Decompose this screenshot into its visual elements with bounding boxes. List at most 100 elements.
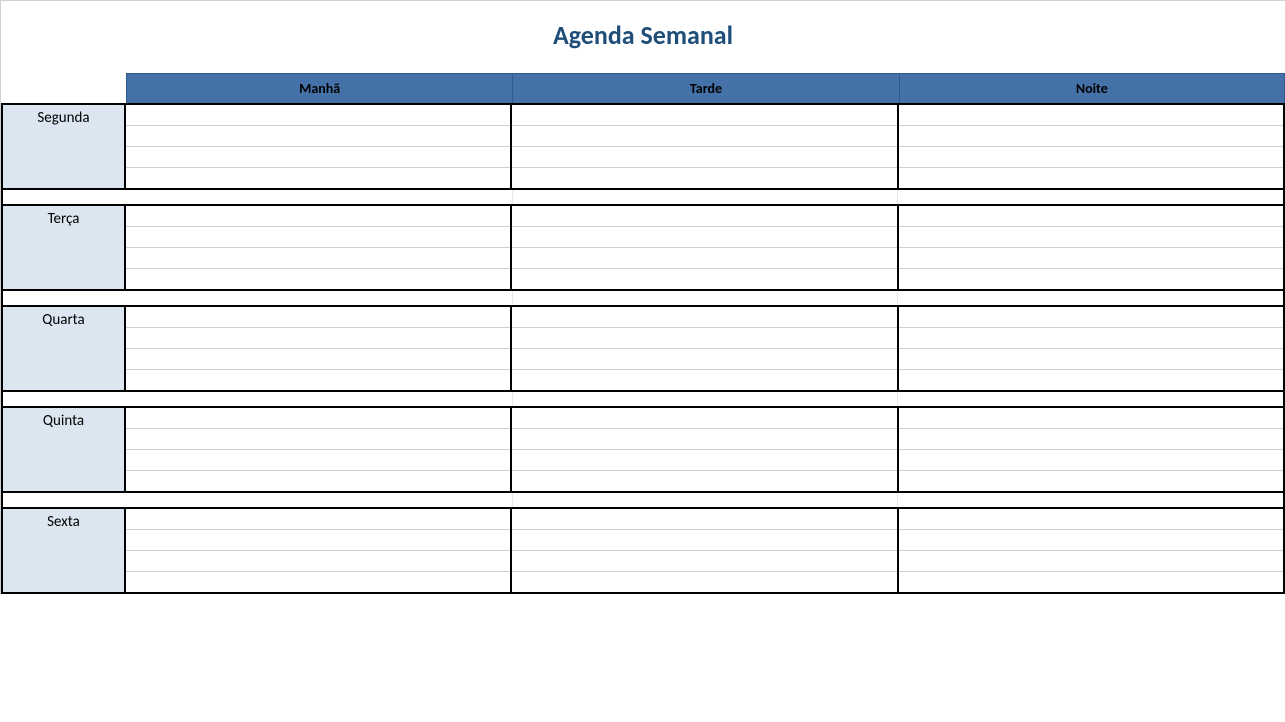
header-corner [1, 73, 126, 103]
slot-line[interactable] [899, 408, 1283, 429]
slot-line[interactable] [512, 450, 896, 471]
slot-line[interactable] [512, 307, 896, 328]
slot-col-night[interactable] [899, 206, 1285, 289]
slot-line[interactable] [899, 509, 1283, 530]
slot-line[interactable] [126, 126, 510, 147]
slot-line[interactable] [899, 349, 1283, 370]
slot-line[interactable] [512, 370, 896, 390]
slot-line[interactable] [126, 206, 510, 227]
day-label-cell: Quarta [1, 307, 126, 390]
slot-line[interactable] [899, 105, 1283, 126]
period-header-night: Noite [899, 73, 1285, 103]
slot-col-afternoon[interactable] [512, 105, 898, 188]
slot-line[interactable] [899, 269, 1283, 289]
slot-lines [126, 105, 510, 188]
slot-col-morning[interactable] [126, 105, 512, 188]
slot-line[interactable] [512, 551, 896, 572]
slot-line[interactable] [126, 370, 510, 390]
slot-line[interactable] [126, 269, 510, 289]
slot-col-morning[interactable] [126, 307, 512, 390]
slot-line[interactable] [512, 509, 896, 530]
slot-line[interactable] [899, 248, 1283, 269]
day-block-quarta: Quarta [1, 305, 1285, 406]
day-spacer [1, 493, 1285, 507]
slot-line[interactable] [126, 105, 510, 126]
slot-line[interactable] [899, 147, 1283, 168]
slot-line[interactable] [899, 530, 1283, 551]
slot-line[interactable] [126, 530, 510, 551]
slot-lines [126, 206, 510, 289]
slot-line[interactable] [899, 126, 1283, 147]
slot-col-night[interactable] [899, 408, 1285, 491]
slot-col-night[interactable] [899, 105, 1285, 188]
slot-line[interactable] [899, 227, 1283, 248]
slot-line[interactable] [512, 105, 896, 126]
slot-lines [512, 206, 896, 289]
day-label-cell: Segunda [1, 105, 126, 188]
slot-line[interactable] [899, 572, 1283, 592]
slot-line[interactable] [126, 168, 510, 188]
slot-line[interactable] [512, 248, 896, 269]
slot-line[interactable] [126, 147, 510, 168]
weekly-agenda-sheet: Agenda Semanal Manhã Tarde Noite Segunda [0, 0, 1285, 594]
slot-line[interactable] [126, 408, 510, 429]
slot-line[interactable] [126, 509, 510, 530]
slot-col-afternoon[interactable] [512, 408, 898, 491]
slot-line[interactable] [512, 530, 896, 551]
slot-col-morning[interactable] [126, 206, 512, 289]
slot-line[interactable] [512, 429, 896, 450]
slot-line[interactable] [512, 147, 896, 168]
slot-col-night[interactable] [899, 307, 1285, 390]
day-grid: Terça [1, 204, 1285, 291]
slot-col-afternoon[interactable] [512, 509, 898, 592]
slot-line[interactable] [126, 349, 510, 370]
slot-line[interactable] [126, 551, 510, 572]
slot-col-afternoon[interactable] [512, 307, 898, 390]
day-label: Quinta [43, 412, 84, 430]
slot-line[interactable] [512, 206, 896, 227]
slot-col-morning[interactable] [126, 408, 512, 491]
day-label: Quarta [42, 311, 84, 329]
slot-line[interactable] [899, 429, 1283, 450]
day-spacer [1, 190, 1285, 204]
day-block-segunda: Segunda [1, 103, 1285, 204]
slot-line[interactable] [126, 307, 510, 328]
slot-line[interactable] [899, 168, 1283, 188]
slot-line[interactable] [126, 328, 510, 349]
slot-line[interactable] [512, 269, 896, 289]
slot-line[interactable] [899, 450, 1283, 471]
slot-line[interactable] [512, 227, 896, 248]
day-label-cell: Terça [1, 206, 126, 289]
slot-line[interactable] [899, 551, 1283, 572]
period-label: Tarde [690, 80, 722, 97]
slot-line[interactable] [512, 572, 896, 592]
slot-line[interactable] [126, 471, 510, 491]
slot-lines [512, 105, 896, 188]
slot-line[interactable] [899, 206, 1283, 227]
slot-line[interactable] [899, 328, 1283, 349]
slot-line[interactable] [512, 126, 896, 147]
slot-line[interactable] [126, 429, 510, 450]
period-label: Manhã [299, 80, 340, 97]
day-grid: Quinta [1, 406, 1285, 493]
slot-lines [512, 307, 896, 390]
slot-line[interactable] [899, 370, 1283, 390]
page-title: Agenda Semanal [553, 19, 733, 51]
day-block-sexta: Sexta [1, 507, 1285, 594]
slot-lines [899, 105, 1283, 188]
slot-line[interactable] [126, 450, 510, 471]
slot-line[interactable] [512, 168, 896, 188]
slot-line[interactable] [126, 248, 510, 269]
slot-line[interactable] [126, 227, 510, 248]
slot-line[interactable] [512, 408, 896, 429]
slot-col-afternoon[interactable] [512, 206, 898, 289]
slot-col-morning[interactable] [126, 509, 512, 592]
slot-line[interactable] [899, 307, 1283, 328]
slot-line[interactable] [512, 471, 896, 491]
slot-line[interactable] [126, 572, 510, 592]
slot-line[interactable] [512, 328, 896, 349]
slot-lines [899, 408, 1283, 491]
slot-line[interactable] [899, 471, 1283, 491]
slot-col-night[interactable] [899, 509, 1285, 592]
slot-line[interactable] [512, 349, 896, 370]
